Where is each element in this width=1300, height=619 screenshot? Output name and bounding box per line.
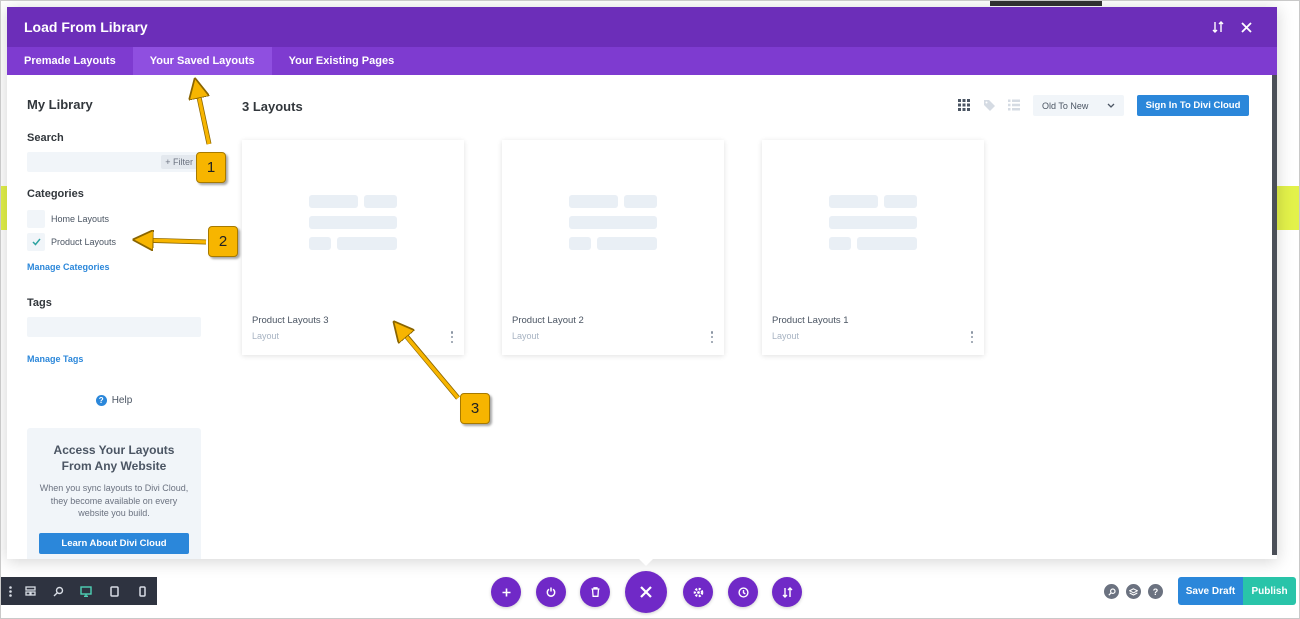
sign-in-divi-cloud-button[interactable]: Sign In To Divi Cloud <box>1137 95 1249 116</box>
manage-tags-link[interactable]: Manage Tags <box>27 354 83 364</box>
layers-icon[interactable] <box>1126 584 1141 599</box>
view-controls <box>957 98 1021 112</box>
save-draft-button[interactable]: Save Draft <box>1178 577 1243 605</box>
modal-pointer <box>638 558 654 566</box>
portability-icon[interactable] <box>772 577 802 607</box>
sort-order-select[interactable]: Old To New <box>1033 95 1124 116</box>
trash-icon[interactable] <box>580 577 610 607</box>
category-label: Product Layouts <box>51 236 117 247</box>
search-label: Search <box>27 132 64 144</box>
close-icon[interactable] <box>1232 13 1260 41</box>
layout-card[interactable]: Product Layouts 3 Layout <box>242 140 464 355</box>
sort-toggle-icon[interactable] <box>1204 13 1232 41</box>
layout-grid: Product Layouts 3 Layout Product Layout … <box>242 140 984 355</box>
list-view-icon[interactable] <box>1007 98 1021 112</box>
close-builder-icon[interactable] <box>625 571 667 613</box>
gear-icon[interactable] <box>683 577 713 607</box>
layout-name: Product Layouts 3 <box>252 315 329 326</box>
library-tabs: Premade Layouts Your Saved Layouts Your … <box>7 47 1277 75</box>
more-options-icon[interactable] <box>968 330 976 344</box>
filter-button[interactable]: + Filter <box>161 155 197 169</box>
tab-premade-layouts[interactable]: Premade Layouts <box>7 47 133 75</box>
layout-type: Layout <box>772 331 800 341</box>
cloud-promo-text: When you sync layouts to Divi Cloud, the… <box>39 483 189 518</box>
publish-button[interactable]: Publish <box>1243 577 1296 605</box>
help-label: Help <box>111 395 133 406</box>
grid-view-icon[interactable] <box>957 98 971 112</box>
background-page-strip-right <box>1276 186 1300 230</box>
checkbox[interactable] <box>27 209 45 228</box>
checkbox-checked[interactable] <box>27 232 45 251</box>
help-icon: ? <box>95 395 107 406</box>
layout-card[interactable]: Product Layouts 1 Layout <box>762 140 984 355</box>
annotation-badge-1: 1 <box>196 152 226 183</box>
annotation-badge-2: 2 <box>208 226 238 257</box>
modal-header: Load From Library <box>7 7 1277 47</box>
tab-your-existing-pages[interactable]: Your Existing Pages <box>272 47 412 75</box>
category-label: Home Layouts <box>51 213 110 224</box>
category-home-layouts[interactable]: Home Layouts <box>27 208 201 229</box>
modal-body: My Library Search + Filter Categories Ho… <box>7 75 1277 559</box>
more-options-icon[interactable] <box>448 330 456 344</box>
scrollbar[interactable] <box>1272 75 1277 555</box>
category-product-layouts[interactable]: Product Layouts <box>27 231 201 252</box>
divi-cloud-promo: Access Your Layouts From Any Website Whe… <box>27 428 201 559</box>
search-input[interactable]: + Filter <box>27 152 201 172</box>
library-sidebar: My Library Search + Filter Categories Ho… <box>27 97 201 559</box>
help-icon[interactable]: ? <box>1148 584 1163 599</box>
manage-categories-link[interactable]: Manage Categories <box>27 262 110 272</box>
background-page-bar <box>990 0 1102 6</box>
cloud-promo-title: Access Your Layouts From Any Website <box>53 443 175 473</box>
learn-about-divi-cloud-button[interactable]: Learn About Divi Cloud <box>39 532 189 554</box>
help-link[interactable]: ? Help <box>27 395 201 406</box>
layout-type: Layout <box>252 331 280 341</box>
sidebar-title: My Library <box>27 97 93 112</box>
layout-name: Product Layout 2 <box>512 315 584 326</box>
tags-input[interactable] <box>27 317 201 337</box>
sort-order-value: Old To New <box>1042 100 1089 111</box>
history-icon[interactable] <box>728 577 758 607</box>
layout-name: Product Layouts 1 <box>772 315 849 326</box>
layout-thumbnail <box>502 140 724 300</box>
layout-card[interactable]: Product Layout 2 Layout <box>502 140 724 355</box>
page-tools: ? <box>1104 584 1163 599</box>
more-options-icon[interactable] <box>708 330 716 344</box>
load-from-library-modal: Load From Library Premade Layouts Your S… <box>7 7 1277 559</box>
layout-thumbnail <box>242 140 464 300</box>
tags-label: Tags <box>27 297 52 309</box>
layout-thumbnail <box>762 140 984 300</box>
layout-type: Layout <box>512 331 540 341</box>
search-icon[interactable] <box>1104 584 1119 599</box>
power-icon[interactable] <box>536 577 566 607</box>
modal-title: Load From Library <box>24 19 148 35</box>
add-icon[interactable] <box>491 577 521 607</box>
categories-label: Categories <box>27 188 84 200</box>
layouts-count: 3 Layouts <box>242 99 303 114</box>
chevron-down-icon <box>1107 103 1115 108</box>
tab-your-saved-layouts[interactable]: Your Saved Layouts <box>132 47 272 75</box>
annotation-badge-3: 3 <box>460 393 490 424</box>
tag-icon[interactable] <box>982 98 996 112</box>
